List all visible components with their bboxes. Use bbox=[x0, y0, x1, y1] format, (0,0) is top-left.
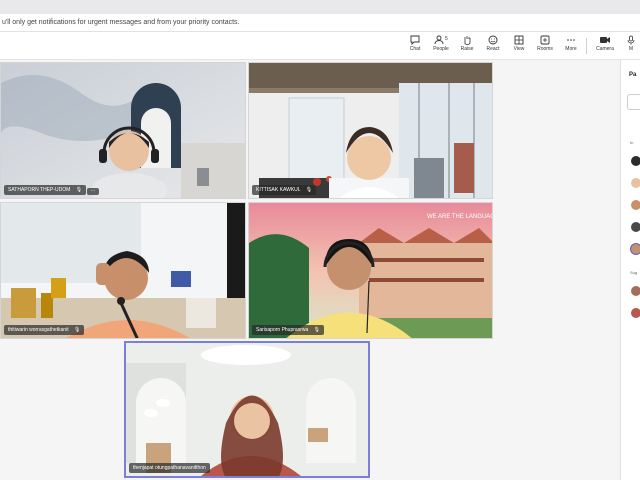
mic-icon bbox=[627, 35, 635, 45]
window-top-strip bbox=[0, 0, 640, 14]
participant-avatar[interactable] bbox=[631, 308, 640, 318]
notification-text: u'll only get notifications for urgent m… bbox=[2, 19, 240, 26]
react-label: React bbox=[486, 46, 500, 52]
toolbar-divider bbox=[586, 38, 587, 54]
participant-name: Sarisaporn Phuprasrwa bbox=[256, 327, 309, 333]
participant-name-tag: Sarisaporn Phuprasrwa 🎙 bbox=[252, 325, 324, 335]
camera-icon bbox=[600, 37, 610, 43]
in-meeting-header[interactable]: In bbox=[630, 140, 633, 145]
camera-label: Camera bbox=[596, 46, 614, 52]
mic-muted-icon: 🎙 bbox=[305, 187, 313, 193]
participant-name: SATHAPORN THEP-UDOM bbox=[8, 187, 71, 193]
chat-button[interactable]: Chat bbox=[403, 35, 427, 59]
mic-label: M bbox=[628, 46, 634, 52]
more-label: More bbox=[565, 46, 577, 52]
panel-title: Pa bbox=[629, 72, 637, 78]
notification-banner: u'll only get notifications for urgent m… bbox=[0, 14, 640, 32]
view-label: View bbox=[513, 46, 525, 52]
video-tile-2[interactable]: KITTISAK KAWKUL 🎙 bbox=[248, 62, 493, 199]
participant-avatar[interactable] bbox=[631, 178, 640, 188]
participant-name: KITTISAK KAWKUL bbox=[256, 187, 301, 193]
grid-view-icon bbox=[514, 35, 524, 45]
participants-panel: Pa In Sug bbox=[620, 60, 640, 480]
chat-icon bbox=[410, 35, 420, 45]
more-button[interactable]: More bbox=[559, 35, 583, 59]
people-button[interactable]: 5 People bbox=[429, 35, 453, 59]
tile-more-button[interactable]: ··· bbox=[87, 188, 99, 195]
participant-name: thenjapat otungpathanavanitthon bbox=[133, 465, 206, 471]
participant-name-tag: SATHAPORN THEP-UDOM 🎙 bbox=[4, 185, 87, 195]
more-dots-icon bbox=[567, 39, 575, 41]
video-feed-3 bbox=[1, 203, 245, 338]
video-feed-5 bbox=[126, 343, 368, 476]
video-tile-4[interactable]: WE ARE THE LANGUAGE Sarisaporn Phuprasrw… bbox=[248, 202, 493, 339]
video-tile-3[interactable]: thitiwarin worrasgathetkanit 🎙 bbox=[0, 202, 246, 339]
rooms-button[interactable]: Rooms bbox=[533, 35, 557, 59]
participant-search-input[interactable] bbox=[627, 94, 640, 110]
participant-avatar[interactable] bbox=[631, 222, 640, 232]
participant-avatar[interactable] bbox=[631, 286, 640, 296]
view-button[interactable]: View bbox=[507, 35, 531, 59]
participant-avatar[interactable] bbox=[631, 244, 640, 254]
raise-hand-button[interactable]: Raise bbox=[455, 35, 479, 59]
suggestions-header[interactable]: Sug bbox=[630, 270, 637, 275]
mic-icon: 🎙 bbox=[313, 327, 320, 333]
participant-name-tag: thenjapat otungpathanavanitthon bbox=[129, 463, 210, 473]
people-count: 5 bbox=[445, 36, 448, 42]
rooms-label: Rooms bbox=[537, 46, 553, 52]
mic-button[interactable]: M bbox=[622, 35, 640, 59]
smiley-icon bbox=[488, 35, 498, 45]
video-feed-2 bbox=[249, 63, 492, 198]
video-tile-1[interactable]: SATHAPORN THEP-UDOM 🎙 ··· bbox=[0, 62, 246, 199]
participant-name: thitiwarin worrasgathetkanit bbox=[8, 327, 69, 333]
video-tile-5-active-speaker[interactable]: thenjapat otungpathanavanitthon bbox=[124, 341, 370, 478]
meeting-toolbar: Chat 5 People Raise React View Rooms Mor… bbox=[0, 32, 640, 60]
chat-label: Chat bbox=[409, 46, 421, 52]
video-stage: SATHAPORN THEP-UDOM 🎙 ··· KITTISAK KAWKU… bbox=[0, 60, 620, 480]
participant-avatar[interactable] bbox=[631, 200, 640, 210]
mic-icon: 🎙 bbox=[73, 327, 81, 333]
react-button[interactable]: React bbox=[481, 35, 505, 59]
raise-label: Raise bbox=[460, 46, 474, 52]
rooms-icon bbox=[540, 35, 550, 45]
participant-name-tag: KITTISAK KAWKUL 🎙 bbox=[252, 185, 317, 195]
video-feed-1 bbox=[1, 63, 245, 198]
hand-icon bbox=[464, 36, 471, 45]
video-feed-4: WE ARE THE LANGUAGE bbox=[249, 203, 493, 338]
people-label: People bbox=[433, 46, 449, 52]
participant-avatar[interactable] bbox=[631, 156, 640, 166]
participant-name-tag: thitiwarin worrasgathetkanit 🎙 bbox=[4, 325, 85, 335]
camera-button[interactable]: Camera bbox=[593, 35, 617, 59]
svg-text:WE ARE THE LANGUAGE: WE ARE THE LANGUAGE bbox=[427, 214, 493, 220]
mic-muted-icon: 🎙 bbox=[75, 187, 83, 193]
